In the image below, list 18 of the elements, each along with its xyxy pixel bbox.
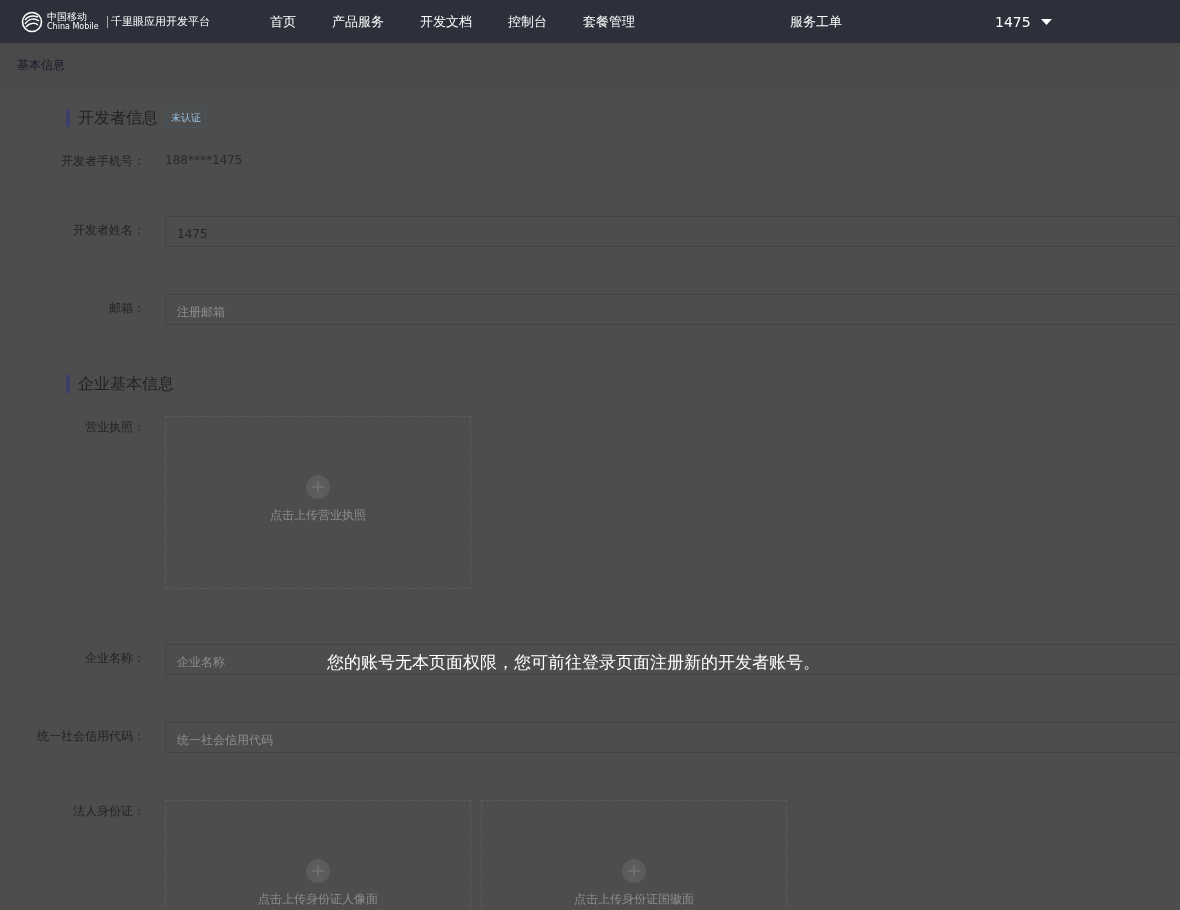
nav-link[interactable]: 首页 <box>270 12 296 31</box>
logo-english-text: China Mobile <box>47 23 99 31</box>
permission-notice: 您的账号无本页面权限，您可前往登录页面注册新的开发者账号。 <box>327 651 820 674</box>
logo-chinese-text: 中国移动 <box>47 12 87 22</box>
nav-link[interactable]: 产品服务 <box>332 12 384 31</box>
nav-link[interactable]: 开发文档 <box>420 12 472 31</box>
service-ticket-link[interactable]: 服务工单 <box>790 12 842 31</box>
nav-link[interactable]: 套餐管理 <box>583 12 635 31</box>
platform-title: 千里眼应用开发平台 <box>106 15 210 28</box>
user-name[interactable]: 1475 <box>995 13 1031 30</box>
plus-icon <box>306 859 330 883</box>
nav-link[interactable]: 控制台 <box>508 12 547 31</box>
logo-icon <box>21 10 43 33</box>
plus-icon <box>306 475 330 499</box>
caret-icon[interactable] <box>1040 18 1052 25</box>
plus-icon <box>622 859 646 883</box>
status-badge: 未认证 <box>166 108 206 128</box>
input-field[interactable]: 注册邮箱 <box>165 294 1180 325</box>
